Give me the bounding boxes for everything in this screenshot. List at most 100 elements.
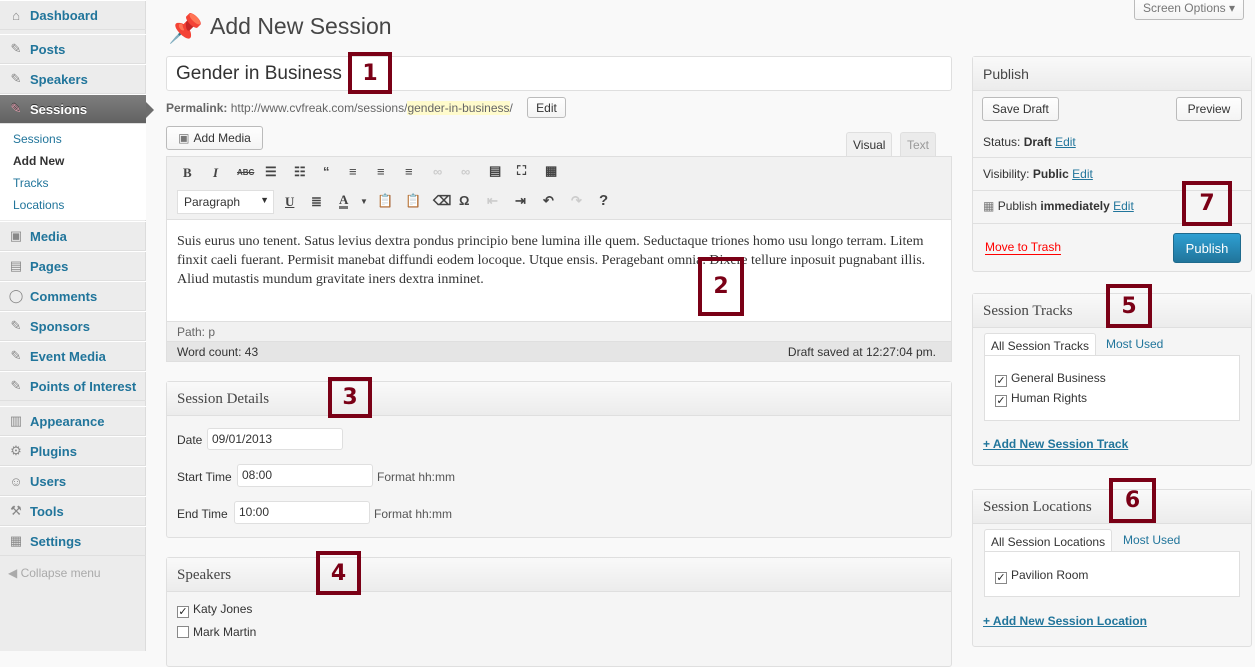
text-color-dropdown-icon[interactable]: ▼ [360,197,368,206]
preview-button[interactable]: Preview [1176,97,1242,121]
settings-icon: ▦ [9,533,23,548]
users-icon: ☺ [9,473,23,489]
align-left-icon[interactable]: ≡ [349,164,357,179]
media-icon: ▣ [9,228,23,243]
permalink-edit-button[interactable]: Edit [527,97,566,118]
menu-speakers[interactable]: ✎ Speakers [0,64,146,94]
menu-appearance[interactable]: ▥ Appearance [0,406,146,436]
submenu-locations[interactable]: Locations [13,198,64,212]
menu-points-of-interest[interactable]: ✎ Points of Interest [0,371,146,401]
italic-icon[interactable]: I [213,165,218,181]
menu-tools[interactable]: ⚒ Tools [0,496,146,526]
add-new-track-link[interactable]: + Add New Session Track [983,437,1128,451]
menu-sessions[interactable]: ✎ Sessions [0,94,154,124]
add-new-location-link[interactable]: + Add New Session Location [983,614,1147,628]
align-right-icon[interactable]: ≡ [405,164,413,179]
fullscreen-icon[interactable]: ⛶ [517,163,526,179]
start-time-input[interactable]: 08:00 [237,464,373,487]
unlink-icon[interactable]: ∞ [461,164,470,179]
submenu-add-new[interactable]: Add New [13,154,64,168]
align-center-icon[interactable]: ≡ [377,164,385,179]
menu-pages[interactable]: ▤ Pages [0,251,146,281]
submenu-tracks[interactable]: Tracks [13,176,49,190]
locations-checklist: ✓ Pavilion Room [984,551,1240,597]
paste-text-icon[interactable]: 📋 [377,193,393,209]
visibility-edit-link[interactable]: Edit [1072,167,1093,181]
annotation-marker: 3 [328,377,372,418]
menu-sponsors[interactable]: ✎ Sponsors [0,311,146,341]
kitchen-sink-icon[interactable]: ▦ [545,163,557,179]
text-color-icon[interactable]: A [339,193,349,209]
start-time-label: Start Time [177,470,232,484]
comment-icon: ◯ [8,288,24,303]
title-input[interactable]: Gender in Business [166,56,952,91]
undo-icon[interactable]: ↶ [543,193,554,209]
annotation-marker: 1 [348,52,392,94]
annotation-marker: 6 [1109,478,1156,523]
special-character-icon[interactable]: Ω [459,193,469,208]
publish-date-edit-link[interactable]: Edit [1113,199,1134,213]
pin-icon: ✎ [10,71,22,86]
outdent-icon[interactable]: ⇤ [487,193,498,209]
menu-dashboard[interactable]: ⌂ Dashboard [0,0,146,30]
tab-most-used-tracks[interactable]: Most Used [1106,337,1163,351]
calendar-icon: ▦ [983,199,995,213]
tab-most-used-locations[interactable]: Most Used [1123,533,1180,547]
publish-title: Publish [973,57,1251,91]
collapse-menu[interactable]: ◀ Collapse menu [8,566,101,580]
end-format-hint: Format hh:mm [374,507,453,521]
save-draft-button[interactable]: Save Draft [982,97,1059,121]
justify-icon[interactable]: ≣ [311,194,322,210]
checkbox-checked[interactable]: ✓ [995,395,1007,407]
help-icon[interactable]: ? [599,192,608,209]
strikethrough-icon[interactable]: ABC [237,168,254,177]
menu-media[interactable]: ▣ Media [0,221,146,251]
paste-word-icon[interactable]: 📋 [405,193,421,209]
bold-icon[interactable]: B [183,165,192,181]
menu-users[interactable]: ☺ Users [0,466,146,496]
visibility-row: Visibility: Public Edit [983,167,1093,181]
screen-options-button[interactable]: Screen Options ▾ [1134,0,1244,20]
end-time-input[interactable]: 10:00 [234,501,370,524]
clear-formatting-icon[interactable]: ⌫ [433,193,451,209]
numbered-list-icon[interactable]: ☷ [294,164,306,180]
start-format-hint: Format hh:mm [377,470,456,484]
status-row: Status: Draft Edit [983,135,1076,149]
publish-button[interactable]: Publish [1173,233,1241,263]
editor-content[interactable]: Suis eurus uno tenent. Satus levius dext… [177,232,942,289]
link-icon[interactable]: ∞ [433,164,442,179]
speaker-item[interactable]: ✓ Katy Jones [177,602,252,618]
sessions-submenu: Sessions Add New Tracks Locations [0,124,146,220]
checkbox-checked[interactable]: ✓ [995,572,1007,584]
format-select[interactable]: Paragraph ▼ [177,190,274,214]
menu-settings[interactable]: ▦ Settings [0,526,146,556]
tracks-checklist: ✓ General Business ✓ Human Rights [984,355,1240,421]
submenu-sessions[interactable]: Sessions [13,132,62,146]
track-item[interactable]: ✓ General Business [995,371,1106,387]
location-item[interactable]: ✓ Pavilion Room [995,568,1088,584]
permalink-slug[interactable]: gender-in-business [407,101,510,115]
word-count: Word count: 43 [177,345,259,359]
indent-icon[interactable]: ⇥ [515,193,526,209]
status-edit-link[interactable]: Edit [1055,135,1076,149]
more-tag-icon[interactable]: ▤ [489,163,501,179]
redo-icon[interactable]: ↷ [571,193,582,209]
date-input[interactable]: 09/01/2013 [207,428,343,450]
speaker-item[interactable]: Mark Martin [177,625,256,639]
track-item[interactable]: ✓ Human Rights [995,391,1087,407]
checkbox-checked[interactable]: ✓ [177,606,189,618]
menu-plugins[interactable]: ⚙ Plugins [0,436,146,466]
blockquote-icon[interactable]: “ [323,164,330,179]
permalink: Permalink: http://www.cvfreak.com/sessio… [166,101,513,115]
checkbox-unchecked[interactable] [177,626,189,638]
menu-comments[interactable]: ◯ Comments [0,281,146,311]
underline-icon[interactable]: U [285,194,294,210]
tab-text[interactable]: Text [900,132,937,157]
checkbox-checked[interactable]: ✓ [995,375,1007,387]
move-to-trash-link[interactable]: Move to Trash [985,240,1062,255]
add-media-button[interactable]: ▣ Add Media [166,126,263,150]
menu-event-media[interactable]: ✎ Event Media [0,341,146,371]
bullet-list-icon[interactable]: ☰ [265,164,277,180]
tab-visual[interactable]: Visual [846,132,893,157]
menu-posts[interactable]: ✎ Posts [0,34,146,64]
